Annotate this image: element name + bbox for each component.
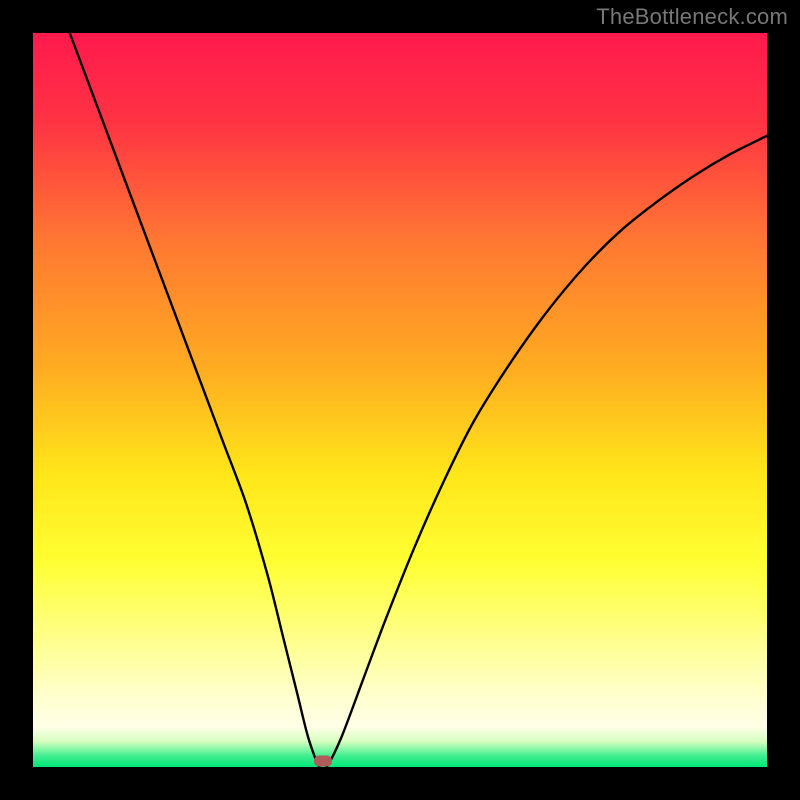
chart-frame: TheBottleneck.com: [0, 0, 800, 800]
watermark-text: TheBottleneck.com: [596, 4, 788, 30]
background-gradient: [33, 33, 767, 767]
plot-area: [33, 33, 767, 767]
